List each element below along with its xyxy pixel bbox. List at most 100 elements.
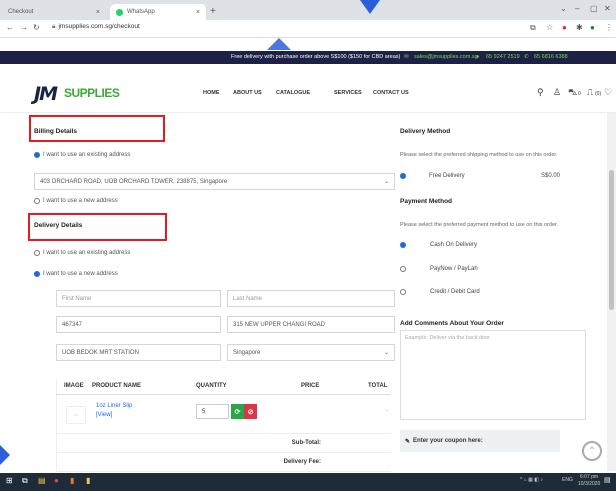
notification-icon[interactable]: ▤ <box>604 476 611 484</box>
browser-tab-bar: Checkout × WhatsApp × + ⌄ – ▢ ✕ <box>0 0 616 20</box>
heart-icon[interactable]: ♡ <box>604 87 612 98</box>
chevron-down-icon[interactable]: ⌄ <box>560 4 567 13</box>
app-icon[interactable]: ▮ <box>70 476 74 485</box>
address-line2-input[interactable]: UOB BEDOK MRT STATION <box>56 344 221 361</box>
phone-link-2[interactable]: 65 6816 6388 <box>534 54 568 60</box>
col-quantity: QUANTITY <box>196 383 227 389</box>
last-name-input[interactable]: Last Name <box>227 290 395 307</box>
annotation-marker <box>267 38 291 50</box>
scrollbar-thumb[interactable] <box>609 170 614 310</box>
delivery-fee-row: Delivery Fee: <box>56 454 391 472</box>
menu-contact[interactable]: CONTACT US <box>373 90 409 96</box>
first-name-input[interactable]: First Name <box>56 290 221 307</box>
chevron-down-icon: ⌄ <box>383 350 389 356</box>
payment-option-paynow[interactable] <box>400 266 409 274</box>
menu-home[interactable]: HOME <box>203 90 220 96</box>
reload-icon[interactable]: ↻ <box>33 23 40 32</box>
menu-about[interactable]: ABOUT US <box>233 90 262 96</box>
scroll-top-button[interactable]: ⌃ <box>582 441 602 461</box>
subtotal-label: Sub-Total: <box>291 440 321 446</box>
forward-icon[interactable]: → <box>20 23 28 32</box>
col-total: TOTAL <box>368 383 388 389</box>
tag-icon: ✎ <box>405 438 411 445</box>
star-icon[interactable]: ☆ <box>546 23 553 32</box>
language-indicator[interactable]: ENG <box>562 477 573 483</box>
radio-label: I want to use an existing address <box>43 152 131 158</box>
annotation-marker <box>0 445 10 465</box>
delivery-option-price: S$0.00 <box>541 173 561 179</box>
maximize-icon[interactable]: ▢ <box>590 4 598 13</box>
tab-checkout[interactable]: Checkout × <box>2 4 106 20</box>
billing-new-radio[interactable]: I want to use a new address <box>34 198 118 204</box>
postal-code-input[interactable]: 467347 <box>56 316 221 333</box>
compare-icon[interactable]: ⎍ <box>587 87 593 98</box>
file-explorer-icon[interactable]: ▤ <box>38 476 46 485</box>
cart-count: 0 <box>578 91 581 97</box>
col-product: PRODUCT NAME <box>92 383 141 389</box>
annotation-marker <box>360 0 380 14</box>
chrome-icon[interactable]: ● <box>54 476 59 485</box>
menu-icon[interactable]: ⋮ <box>605 23 613 32</box>
tab-whatsapp[interactable]: WhatsApp × <box>110 4 206 20</box>
new-tab-icon[interactable]: + <box>210 6 216 17</box>
profile-icon[interactable]: ● <box>590 23 595 32</box>
delivery-new-radio[interactable]: I want to use a new address <box>34 271 118 277</box>
payment-option-cod[interactable] <box>400 242 409 250</box>
delivery-option-free[interactable] <box>400 173 409 181</box>
comments-textarea[interactable]: Example: Deliver via the back door <box>400 330 586 420</box>
cart-table-header: IMAGE PRODUCT NAME QUANTITY PRICE TOTAL <box>56 379 391 395</box>
cart-icon[interactable]: ⛍ <box>568 87 577 99</box>
logo-mark: JM <box>34 83 58 105</box>
email-link[interactable]: sales@jmsupplies.com.sg <box>414 54 478 60</box>
address-input[interactable]: 315 NEW UPPER CHANGI ROAD <box>227 316 395 333</box>
delivery-heading: Delivery Details <box>34 222 83 229</box>
update-quantity-button[interactable]: ⟳ <box>231 404 244 419</box>
product-thumbnail[interactable]: ▭ <box>66 406 86 424</box>
windows-start-icon[interactable]: ⊞ <box>6 476 13 485</box>
extension-icon[interactable]: ● <box>562 23 567 32</box>
header-divider <box>0 112 616 113</box>
radio-selected-icon <box>34 152 40 158</box>
payment-method-note: Please select the preferred payment meth… <box>400 222 559 228</box>
product-view-link[interactable]: [View] <box>96 411 132 420</box>
tray-icons[interactable]: ^ ⌂ ▦ ◧ ♪ <box>520 477 543 483</box>
share-icon[interactable]: ⧉ <box>530 23 536 33</box>
url-field[interactable]: 🔒︎ jmsupplies.com.sg/checkout <box>52 23 140 31</box>
country-select[interactable]: Singapore ⌄ <box>227 344 395 361</box>
payment-option-label: Cash On Delivery <box>430 242 478 248</box>
phone-link-1[interactable]: 65 9247 2519 <box>486 54 520 60</box>
task-view-icon[interactable]: ⧉ <box>22 476 28 486</box>
coupon-toggle[interactable]: ✎ Enter your coupon here: <box>400 430 560 452</box>
delivery-existing-radio[interactable]: I want to use an existing address <box>34 250 130 256</box>
close-icon[interactable]: × <box>96 9 100 16</box>
col-price: PRICE <box>301 383 320 389</box>
menu-services[interactable]: SERVICES <box>334 90 362 96</box>
radio-selected-icon <box>34 271 40 277</box>
quantity-input[interactable]: 5 <box>196 404 229 419</box>
back-icon[interactable]: ← <box>6 23 14 32</box>
site-logo[interactable]: JM SUPPLIES <box>34 83 120 105</box>
search-icon[interactable]: ⚲ <box>537 87 544 98</box>
remove-item-button[interactable]: ⊘ <box>244 404 257 419</box>
promo-text: Free delivery with purchase order above … <box>231 54 401 60</box>
promo-strip: Free delivery with purchase order above … <box>0 51 616 64</box>
clock-time[interactable]: 6:07 pm <box>580 474 598 480</box>
billing-existing-radio[interactable]: I want to use an existing address <box>34 152 130 158</box>
radio-unselected-icon <box>400 289 406 295</box>
close-icon[interactable]: × <box>196 9 200 16</box>
wishlist-count: (0) <box>595 91 602 97</box>
product-name-link[interactable]: 1oz Liner Slip [View] <box>96 402 132 420</box>
app-icon[interactable]: ▮ <box>86 476 90 485</box>
minimize-icon[interactable]: – <box>575 4 579 13</box>
billing-address-select[interactable]: 403 ORCHARD ROAD, UOB ORCHARD TOWER, 238… <box>34 173 395 190</box>
item-total: - <box>386 408 388 414</box>
puzzle-icon[interactable]: ✱ <box>576 23 583 32</box>
user-icon[interactable]: ♙ <box>553 87 561 98</box>
payment-option-card[interactable] <box>400 289 409 297</box>
tab-label: WhatsApp <box>127 9 155 15</box>
clock-date[interactable]: 10/3/2020 <box>578 481 600 487</box>
screenshot: { "browser": { "tabs": [ {"label": "Chec… <box>0 0 616 491</box>
window-close-icon[interactable]: ✕ <box>604 4 611 13</box>
menu-catalogue[interactable]: CATALOGUE <box>276 90 310 96</box>
whatsapp-icon: ● <box>476 54 480 60</box>
